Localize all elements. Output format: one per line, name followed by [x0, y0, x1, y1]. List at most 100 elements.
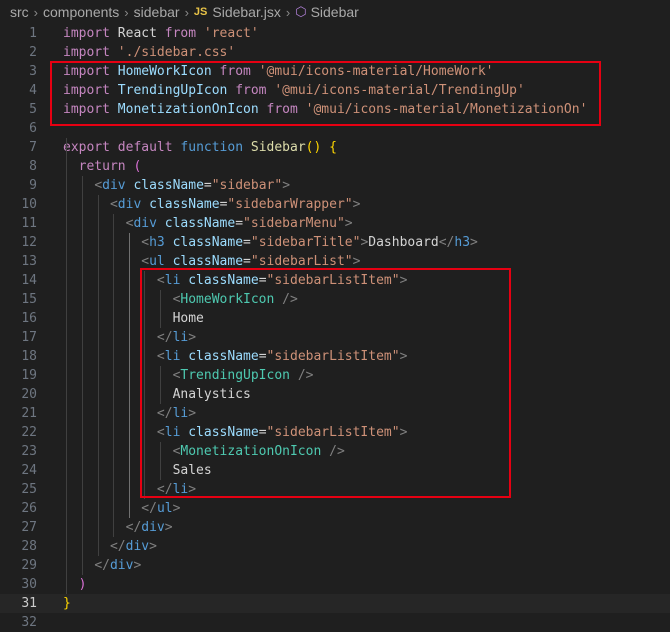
code-text: import './sidebar.css'	[63, 43, 235, 62]
code-token: className	[164, 235, 244, 250]
code-text: </ul>	[63, 499, 180, 518]
line-number: 12	[21, 235, 37, 250]
line-number: 23	[21, 444, 37, 459]
code-token: className	[125, 178, 204, 193]
line-number: 14	[21, 273, 37, 288]
code-token: </	[141, 501, 157, 516]
line-number: 13	[21, 254, 37, 269]
chevron-right-icon: ›	[184, 4, 189, 20]
code-token: Sidebar	[250, 140, 306, 155]
line-number: 32	[21, 615, 37, 630]
breadcrumb: src › components › sidebar › JS Sidebar.…	[0, 0, 670, 24]
line-number: 20	[21, 387, 37, 402]
breadcrumb-components[interactable]: components	[43, 4, 119, 20]
code-line[interactable]: 7 export default function Sidebar() {	[0, 138, 670, 157]
code-text: <div className="sidebar">	[63, 176, 290, 195]
code-text: </div>	[63, 556, 141, 575]
breadcrumb-symbol[interactable]: Sidebar	[311, 4, 359, 20]
code-token: <	[94, 178, 103, 193]
line-number: 8	[29, 159, 37, 174]
line-number: 30	[21, 577, 37, 592]
code-token: <	[141, 235, 150, 250]
code-token: className	[156, 216, 236, 231]
line-number: 24	[21, 463, 37, 478]
code-text: import React from 'react'	[63, 24, 259, 43]
code-token: h3	[149, 235, 165, 250]
breadcrumb-sidebar[interactable]: sidebar	[134, 4, 180, 20]
code-token: (	[133, 159, 142, 174]
line-number: 29	[21, 558, 37, 573]
indent-guide	[82, 176, 83, 575]
code-token: "sidebar"	[211, 178, 283, 193]
code-line[interactable]: 31}	[0, 594, 670, 613]
breadcrumb-file[interactable]: Sidebar.jsx	[212, 4, 280, 20]
line-number: 27	[21, 520, 37, 535]
code-line[interactable]: 8 return (	[0, 157, 670, 176]
code-line[interactable]: 12 <h3 className="sidebarTitle">Dashboar…	[0, 233, 670, 252]
code-token: ul	[149, 254, 165, 269]
code-token: </	[125, 520, 142, 535]
code-token: div	[117, 197, 142, 212]
code-token: import	[63, 26, 110, 41]
code-line[interactable]: 1 import React from 'react'	[0, 24, 670, 43]
code-line[interactable]: 2 import './sidebar.css'	[0, 43, 670, 62]
line-number: 16	[21, 311, 37, 326]
code-text: }	[63, 594, 71, 613]
code-token: div	[141, 520, 165, 535]
code-token: <	[141, 254, 150, 269]
chevron-right-icon: ›	[33, 4, 39, 20]
line-number: 18	[21, 349, 37, 364]
code-token: >	[470, 235, 478, 250]
line-number: 6	[29, 121, 37, 136]
code-line[interactable]: 29 </div>	[0, 556, 670, 575]
code-line[interactable]: 11 <div className="sidebarMenu">	[0, 214, 670, 233]
code-token: div	[133, 216, 157, 231]
line-number: 11	[21, 216, 37, 231]
line-number: 3	[29, 64, 37, 79]
line-number: 9	[29, 178, 37, 193]
code-line[interactable]: 32	[0, 613, 670, 632]
code-token: React	[109, 26, 165, 41]
line-number: 19	[21, 368, 37, 383]
code-line[interactable]: 27 </div>	[0, 518, 670, 537]
indent-guide	[66, 138, 67, 594]
code-token: ul	[156, 501, 173, 516]
code-text: <h3 className="sidebarTitle">Dashboard</…	[63, 233, 478, 252]
code-token: "sidebarWrapper"	[227, 197, 353, 212]
code-token: div	[125, 539, 150, 554]
code-token: return	[78, 159, 126, 174]
line-number: 7	[29, 140, 37, 155]
line-number: 15	[21, 292, 37, 307]
code-text: <div className="sidebarWrapper">	[63, 195, 360, 214]
code-line[interactable]: 28 </div>	[0, 537, 670, 556]
code-token: from	[164, 26, 197, 41]
symbol-function-icon: ⬡	[295, 4, 307, 19]
code-token: <	[109, 197, 118, 212]
code-line[interactable]: 10 <div className="sidebarWrapper">	[0, 195, 670, 214]
code-line[interactable]: 30 )	[0, 575, 670, 594]
code-token: Dashboard	[368, 235, 439, 250]
code-token: >	[172, 501, 181, 516]
line-number: 25	[21, 482, 37, 497]
code-line[interactable]: 9 <div className="sidebar">	[0, 176, 670, 195]
code-text: return (	[63, 157, 142, 176]
code-token: {	[329, 140, 337, 155]
code-token: className	[164, 254, 244, 269]
code-token: >	[352, 254, 361, 269]
code-token: import	[63, 45, 110, 60]
code-line[interactable]: 26 </ul>	[0, 499, 670, 518]
code-token: className	[141, 197, 220, 212]
code-token: >	[164, 520, 173, 535]
line-number: 26	[21, 501, 37, 516]
breadcrumb-src[interactable]: src	[10, 4, 29, 20]
code-token: </	[94, 558, 110, 573]
js-file-icon: JS	[193, 6, 208, 18]
